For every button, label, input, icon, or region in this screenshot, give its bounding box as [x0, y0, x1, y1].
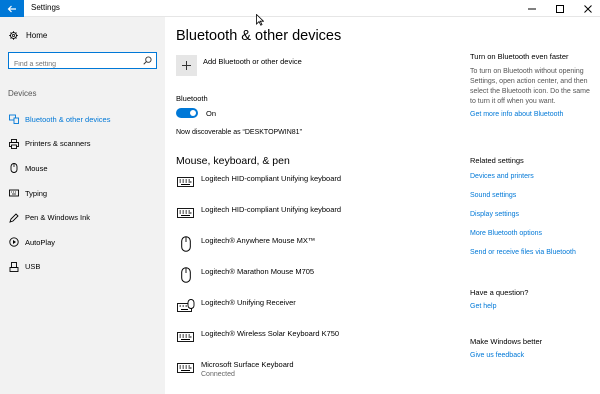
- sidebar-section-devices: Devices: [8, 89, 37, 98]
- usb-icon: [9, 261, 19, 272]
- device-text: Logitech HID-compliant Unifying keyboard: [201, 205, 341, 214]
- device-item[interactable]: Logitech® Marathon Mouse M705: [176, 267, 436, 298]
- more-info-link[interactable]: Get more info about Bluetooth: [470, 111, 595, 118]
- device-name: Logitech® Unifying Receiver: [201, 298, 296, 307]
- sidebar-item-label: Typing: [25, 188, 48, 198]
- search-icon[interactable]: [143, 56, 152, 65]
- sidebar-item-bluetooth[interactable]: Bluetooth & other devices: [0, 107, 165, 132]
- back-arrow-icon: [7, 5, 16, 12]
- toggle-knob: [190, 110, 196, 116]
- keyboard-icon: [176, 329, 195, 345]
- sidebar-nav: Bluetooth & other devices Printers & sca…: [0, 107, 165, 279]
- window-title: Settings: [31, 3, 60, 12]
- maximize-button[interactable]: [546, 0, 574, 17]
- sidebar-item-label: Printers & scanners: [25, 139, 91, 149]
- autoplay-icon: [9, 237, 19, 247]
- add-device-button[interactable]: Add Bluetooth or other device: [176, 55, 302, 76]
- mouse-icon: [176, 267, 195, 283]
- keyboard-icon: [9, 188, 19, 198]
- give-feedback-link[interactable]: Give us feedback: [470, 352, 595, 359]
- sidebar-item-label: Bluetooth & other devices: [25, 114, 111, 124]
- feedback-panel: Make Windows better Give us feedback: [470, 337, 595, 359]
- device-item[interactable]: Logitech HID-compliant Unifying keyboard: [176, 174, 436, 205]
- gear-icon: [9, 31, 18, 40]
- device-name: Logitech HID-compliant Unifying keyboard: [201, 205, 342, 214]
- printer-icon: [9, 138, 19, 149]
- page-title: Bluetooth & other devices: [176, 28, 342, 44]
- device-text: Logitech® Anywhere Mouse MX™: [201, 236, 315, 245]
- keyboard-icon: [176, 205, 195, 221]
- receiver-keyboard-icon: [176, 298, 195, 314]
- bluetooth-toggle-state: On: [206, 109, 217, 118]
- device-text: Microsoft Surface Keyboard Connected: [201, 360, 294, 378]
- sidebar: Home Devices Bluetooth & other devices: [0, 17, 165, 394]
- make-windows-better-heading: Make Windows better: [470, 337, 543, 346]
- device-name: Microsoft Surface Keyboard: [201, 360, 294, 369]
- device-text: Logitech® Wireless Solar Keyboard K750: [201, 329, 339, 338]
- bluetooth-toggle[interactable]: [176, 108, 198, 118]
- add-device-label: Add Bluetooth or other device: [203, 56, 302, 66]
- tip-text: To turn on Bluetooth without opening Set…: [470, 68, 590, 105]
- device-name: Logitech® Wireless Solar Keyboard K750: [201, 329, 340, 338]
- help-panel: Have a question? Get help: [470, 288, 595, 310]
- keyboard-icon: [176, 360, 195, 376]
- bluetooth-devices-icon: [9, 114, 19, 125]
- device-item[interactable]: Logitech HID-compliant Unifying keyboard: [176, 205, 436, 236]
- sidebar-item-typing[interactable]: Typing: [0, 181, 165, 206]
- keyboard-icon: [176, 174, 195, 190]
- search-box[interactable]: [8, 52, 157, 72]
- device-status: Connected: [201, 371, 235, 378]
- sidebar-item-label: Mouse: [25, 163, 48, 173]
- title-bar: Settings: [0, 0, 600, 17]
- bluetooth-tip-panel: Turn on Bluetooth even faster To turn on…: [470, 52, 595, 118]
- device-item[interactable]: Logitech® Anywhere Mouse MX™: [176, 236, 436, 267]
- related-settings-heading: Related settings: [470, 156, 524, 165]
- sidebar-item-autoplay[interactable]: AutoPlay: [0, 230, 165, 255]
- maximize-icon: [556, 4, 564, 13]
- mouse-icon: [176, 236, 195, 252]
- discoverable-text: Now discoverable as “DESKTOPWIN81”: [176, 129, 302, 136]
- device-text: Logitech® Marathon Mouse M705: [201, 267, 314, 276]
- minimize-button[interactable]: [518, 0, 546, 17]
- device-name: Logitech HID-compliant Unifying keyboard: [201, 174, 342, 183]
- related-settings-panel: Related settings Devices and printers So…: [470, 156, 595, 256]
- device-item[interactable]: Microsoft Surface Keyboard Connected: [176, 360, 436, 391]
- device-text: Logitech HID-compliant Unifying keyboard: [201, 174, 341, 183]
- device-item[interactable]: Logitech® Unifying Receiver: [176, 298, 436, 329]
- sidebar-item-printers[interactable]: Printers & scanners: [0, 132, 165, 157]
- search-input[interactable]: [9, 57, 137, 72]
- mouse-cursor-icon: [256, 14, 264, 26]
- question-heading: Have a question?: [470, 288, 529, 297]
- plus-icon: [182, 61, 191, 70]
- close-button[interactable]: [574, 0, 600, 17]
- sidebar-item-home[interactable]: Home: [9, 31, 47, 40]
- sound-settings-link[interactable]: Sound settings: [470, 192, 595, 199]
- display-settings-link[interactable]: Display settings: [470, 211, 595, 218]
- add-icon-box: [176, 55, 197, 76]
- sidebar-item-label: Pen & Windows Ink: [25, 213, 91, 223]
- sidebar-item-label: AutoPlay: [25, 237, 56, 247]
- device-item[interactable]: Logitech® Wireless Solar Keyboard K750: [176, 329, 436, 360]
- get-help-link[interactable]: Get help: [470, 303, 595, 310]
- device-name: Logitech® Anywhere Mouse MX™: [201, 236, 316, 245]
- bluetooth-label: Bluetooth: [176, 94, 208, 103]
- home-label: Home: [26, 31, 48, 40]
- tip-heading: Turn on Bluetooth even faster: [470, 52, 569, 61]
- device-name: Logitech® Marathon Mouse M705: [201, 267, 315, 276]
- more-bluetooth-options-link[interactable]: More Bluetooth options: [470, 230, 595, 237]
- back-button[interactable]: [0, 0, 24, 17]
- sidebar-item-mouse[interactable]: Mouse: [0, 156, 165, 181]
- sidebar-item-usb[interactable]: USB: [0, 255, 165, 280]
- send-receive-files-link[interactable]: Send or receive files via Bluetooth: [470, 249, 595, 256]
- section-title-mouse-keyboard-pen: Mouse, keyboard, & pen: [176, 155, 290, 167]
- sidebar-item-pen[interactable]: Pen & Windows Ink: [0, 205, 165, 230]
- devices-and-printers-link[interactable]: Devices and printers: [470, 173, 595, 180]
- device-text: Logitech® Unifying Receiver: [201, 298, 296, 307]
- close-icon: [584, 4, 592, 13]
- minimize-icon: [528, 8, 536, 9]
- pen-icon: [9, 213, 19, 223]
- mouse-icon: [9, 163, 19, 174]
- sidebar-item-label: USB: [25, 262, 41, 272]
- device-list: Logitech HID-compliant Unifying keyboard…: [176, 174, 436, 391]
